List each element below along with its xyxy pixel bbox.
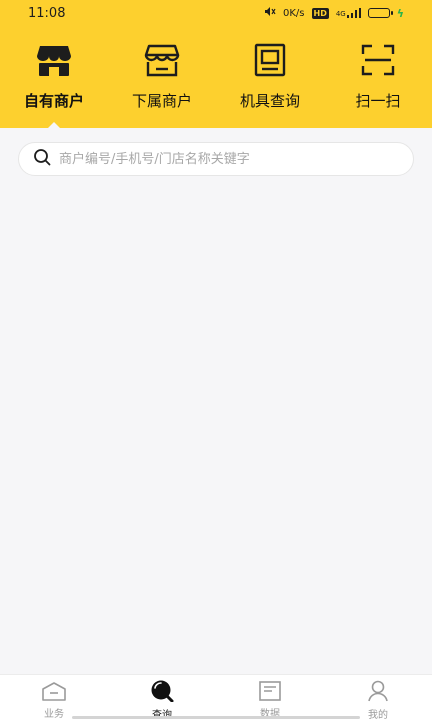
signal-label: 4G <box>335 10 346 18</box>
search-bar[interactable] <box>18 142 414 176</box>
device-icon <box>250 40 290 80</box>
signal-icon: 4G <box>336 8 361 18</box>
tab-profile[interactable]: 我的 <box>324 675 432 720</box>
sub-shop-icon <box>142 40 182 80</box>
action-own-merchants[interactable]: 自有商户 <box>0 40 108 112</box>
search-icon <box>33 148 51 170</box>
action-label: 下属商户 <box>131 92 192 110</box>
hd-icon: HD <box>311 7 329 19</box>
bottom-tab-bar: 业务 查询 数据 我的 <box>0 674 432 720</box>
status-bar: 11:08 0K/s HD 4G ϟ <box>0 0 432 26</box>
status-time: 11:08 <box>28 5 66 21</box>
home-indicator[interactable] <box>72 716 360 719</box>
action-device-query[interactable]: 机具查询 <box>216 40 324 112</box>
action-label: 机具查询 <box>239 92 300 110</box>
shop-icon <box>34 40 74 80</box>
network-speed: 0K/s <box>283 7 305 19</box>
business-icon <box>41 680 67 701</box>
status-icons: 0K/s HD 4G ϟ <box>264 6 404 20</box>
tab-label: 我的 <box>368 710 388 720</box>
battery-icon <box>367 8 393 18</box>
action-sub-merchants[interactable]: 下属商户 <box>108 40 216 112</box>
tab-data[interactable]: 数据 <box>216 675 324 720</box>
data-icon <box>257 680 283 701</box>
tab-business[interactable]: 业务 <box>0 675 108 720</box>
query-icon <box>149 680 175 702</box>
header: 11:08 0K/s HD 4G ϟ 自有商户 下属商户 机具查询 扫一扫 <box>0 0 432 129</box>
action-label: 扫一扫 <box>355 92 401 110</box>
action-label: 自有商户 <box>23 92 84 110</box>
tab-query[interactable]: 查询 <box>108 675 216 720</box>
profile-icon <box>365 680 391 702</box>
active-tab-indicator <box>47 122 61 129</box>
search-input[interactable] <box>59 144 413 174</box>
tab-label: 业务 <box>44 709 64 720</box>
quick-actions: 自有商户 下属商户 机具查询 扫一扫 <box>0 40 432 112</box>
action-scan[interactable]: 扫一扫 <box>324 40 432 112</box>
charging-icon: ϟ <box>396 6 404 20</box>
mute-icon <box>264 6 276 20</box>
scan-icon <box>358 40 398 80</box>
